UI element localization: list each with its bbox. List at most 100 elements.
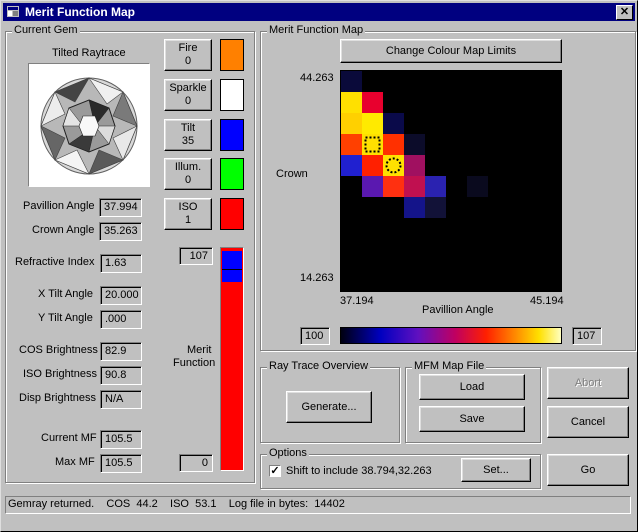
pavillion-angle-label: Pavillion Angle	[23, 200, 95, 212]
cos-brightness-field[interactable]: 82.9	[100, 342, 142, 361]
heatmap-cell	[404, 134, 425, 155]
sparkle-label: Sparkle	[169, 82, 207, 94]
max-mf-label: Max MF	[55, 456, 95, 468]
shift-checkbox[interactable]: ✓	[269, 465, 281, 477]
generate-button[interactable]: Generate...	[286, 391, 372, 423]
status-text: Gemray returned. COS 44.2 ISO 53.1 Log f…	[8, 498, 345, 510]
colour-scale-bar	[340, 327, 562, 344]
crown-angle-label: Crown Angle	[32, 224, 95, 236]
iso-brightness-label: ISO Brightness	[23, 368, 97, 380]
y-tilt-angle-field[interactable]: .000	[100, 310, 142, 329]
crown-angle-field[interactable]: 35.263	[99, 222, 142, 241]
refractive-index-field[interactable]: 1.63	[100, 254, 142, 273]
merit-bar-current-line	[222, 269, 242, 270]
scale-min-field[interactable]: 100	[300, 327, 330, 345]
merit-bar-fill	[222, 251, 242, 282]
raytrace-label: Tilted Raytrace	[52, 47, 126, 59]
raytrace-image	[28, 63, 150, 187]
tilt-color-swatch[interactable]	[220, 119, 244, 151]
heatmap-cell	[341, 71, 362, 92]
heatmap-cell	[383, 113, 404, 134]
cancel-button[interactable]: Cancel	[547, 406, 629, 438]
heatmap-cell	[425, 197, 446, 218]
mfm-map-file-title: MFM Map File	[412, 360, 487, 372]
merit-function-map-canvas[interactable]	[340, 70, 562, 292]
pavillion-axis-label: Pavillion Angle	[422, 304, 494, 316]
shift-label: Shift to include 38.794,32.263	[286, 465, 432, 477]
save-button[interactable]: Save	[419, 406, 525, 432]
close-button[interactable]: ✕	[616, 5, 633, 20]
merit-max-field[interactable]: 107	[179, 247, 213, 265]
y-max-label: 44.263	[300, 72, 334, 84]
options-title: Options	[267, 447, 309, 459]
fire-value: 0	[184, 55, 192, 67]
tilt-label: Tilt	[180, 122, 196, 134]
title-bar[interactable]: Merit Function Map ✕	[3, 3, 635, 21]
pavillion-angle-field[interactable]: 37.994	[99, 198, 142, 217]
sparkle-value: 0	[184, 95, 192, 107]
merit-function-label: Function	[173, 357, 216, 369]
go-button[interactable]: Go	[547, 454, 629, 486]
heatmap-cell	[362, 176, 383, 197]
y-tilt-angle-label: Y Tilt Angle	[38, 312, 93, 324]
heatmap-cell	[404, 155, 425, 176]
current-gem-title: Current Gem	[12, 24, 80, 36]
current-mf-label: Current MF	[41, 432, 97, 444]
abort-button[interactable]: Abort	[547, 367, 629, 399]
tilt-button[interactable]: Tilt 35	[164, 119, 212, 151]
iso-value: 1	[184, 214, 192, 226]
heatmap-cell	[425, 176, 446, 197]
disp-brightness-field[interactable]: N/A	[100, 390, 142, 409]
merit-label: Merit	[187, 344, 212, 356]
sparkle-button[interactable]: Sparkle 0	[164, 79, 212, 111]
max-mf-field[interactable]: 105.5	[100, 454, 142, 473]
illum-color-swatch[interactable]	[220, 158, 244, 190]
heatmap-cell	[341, 92, 362, 113]
iso-label: ISO	[178, 201, 198, 213]
merit-min-field[interactable]: 0	[179, 454, 213, 472]
status-bar: Gemray returned. COS 44.2 ISO 53.1 Log f…	[5, 496, 631, 514]
iso-button[interactable]: ISO 1	[164, 198, 212, 230]
refractive-index-label: Refractive Index	[15, 256, 95, 268]
heatmap-cell	[383, 176, 404, 197]
iso-brightness-field[interactable]: 90.8	[100, 366, 142, 385]
heatmap-cell	[404, 197, 425, 218]
diamond-graphic	[40, 77, 138, 175]
load-button[interactable]: Load	[419, 374, 525, 400]
x-max-label: 45.194	[530, 295, 564, 307]
main-window: Merit Function Map ✕ Current Gem Tilted …	[0, 0, 638, 532]
heatmap-cell	[362, 92, 383, 113]
heatmap-cell	[383, 134, 404, 155]
heatmap-cell	[362, 155, 383, 176]
mfm-title: Merit Function Map	[267, 24, 366, 36]
crown-axis-label: Crown	[276, 168, 308, 180]
fire-label: Fire	[178, 42, 198, 54]
merit-function-bar	[220, 247, 244, 471]
set-button[interactable]: Set...	[461, 458, 531, 482]
illum-button[interactable]: Illum. 0	[164, 158, 212, 190]
ray-trace-overview-title: Ray Trace Overview	[267, 360, 371, 372]
heatmap-cell	[362, 113, 383, 134]
heatmap-cell	[404, 176, 425, 197]
cos-brightness-label: COS Brightness	[19, 344, 98, 356]
illum-label: Illum.	[174, 161, 202, 173]
heatmap-cell	[467, 176, 488, 197]
disp-brightness-label: Disp Brightness	[19, 392, 97, 404]
sparkle-color-swatch[interactable]	[220, 79, 244, 111]
current-mf-field[interactable]: 105.5	[100, 430, 142, 449]
window-title: Merit Function Map	[25, 5, 135, 19]
heatmap-cell	[341, 134, 362, 155]
tilt-value: 35	[181, 135, 195, 147]
fire-button[interactable]: Fire 0	[164, 39, 212, 71]
heatmap-cell	[341, 155, 362, 176]
heatmap-cell	[341, 113, 362, 134]
iso-color-swatch[interactable]	[220, 198, 244, 230]
fire-color-swatch[interactable]	[220, 39, 244, 71]
change-colour-map-limits-button[interactable]: Change Colour Map Limits	[340, 39, 562, 63]
x-min-label: 37.194	[340, 295, 374, 307]
x-tilt-angle-field[interactable]: 20.000	[100, 286, 142, 305]
merit-function-heatmap	[341, 71, 488, 218]
scale-max-field[interactable]: 107	[572, 327, 602, 345]
illum-value: 0	[184, 174, 192, 186]
app-icon	[7, 6, 19, 17]
